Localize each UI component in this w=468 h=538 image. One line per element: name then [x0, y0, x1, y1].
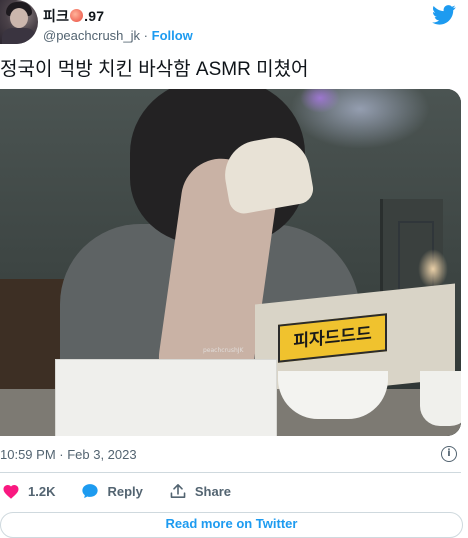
action-bar: 1.2K Reply Share [0, 480, 257, 502]
peach-emoji-icon [70, 9, 84, 22]
like-count: 1.2K [28, 483, 56, 499]
reply-button[interactable]: Reply [81, 483, 143, 499]
tweet-text: 정국이 먹방 치킨 바삭함 ASMR 미쳤어 [0, 59, 309, 80]
handle-row: @peachcrush_jk · Follow [43, 28, 193, 43]
display-name-suffix: .97 [84, 8, 105, 24]
follow-button[interactable]: Follow [152, 28, 193, 43]
share-label: Share [194, 483, 232, 499]
handle-separator: · [143, 28, 148, 43]
share-button[interactable]: Share [169, 483, 231, 499]
like-button[interactable]: 1.2K [2, 483, 55, 499]
display-name-prefix: 피크 [43, 8, 70, 24]
reply-bubble-icon [82, 484, 99, 499]
video-watermark: peachcrushJK [203, 347, 244, 354]
tweet-timestamp[interactable]: 10:59 PM · Feb 3, 2023 [0, 447, 137, 462]
display-name[interactable]: 피크 .97 [43, 6, 104, 26]
avatar[interactable] [0, 0, 38, 44]
share-icon [170, 484, 186, 498]
info-icon[interactable]: i [441, 446, 457, 462]
heart-icon [3, 484, 19, 499]
tweet-media-video[interactable]: 피자드드드 peachcrushJK [0, 89, 461, 436]
reply-label: Reply [107, 483, 143, 499]
twitter-bird-icon[interactable] [432, 5, 456, 25]
divider [0, 472, 461, 473]
user-handle[interactable]: @peachcrush_jk [43, 28, 140, 43]
read-more-button[interactable]: Read more on Twitter [0, 512, 463, 538]
